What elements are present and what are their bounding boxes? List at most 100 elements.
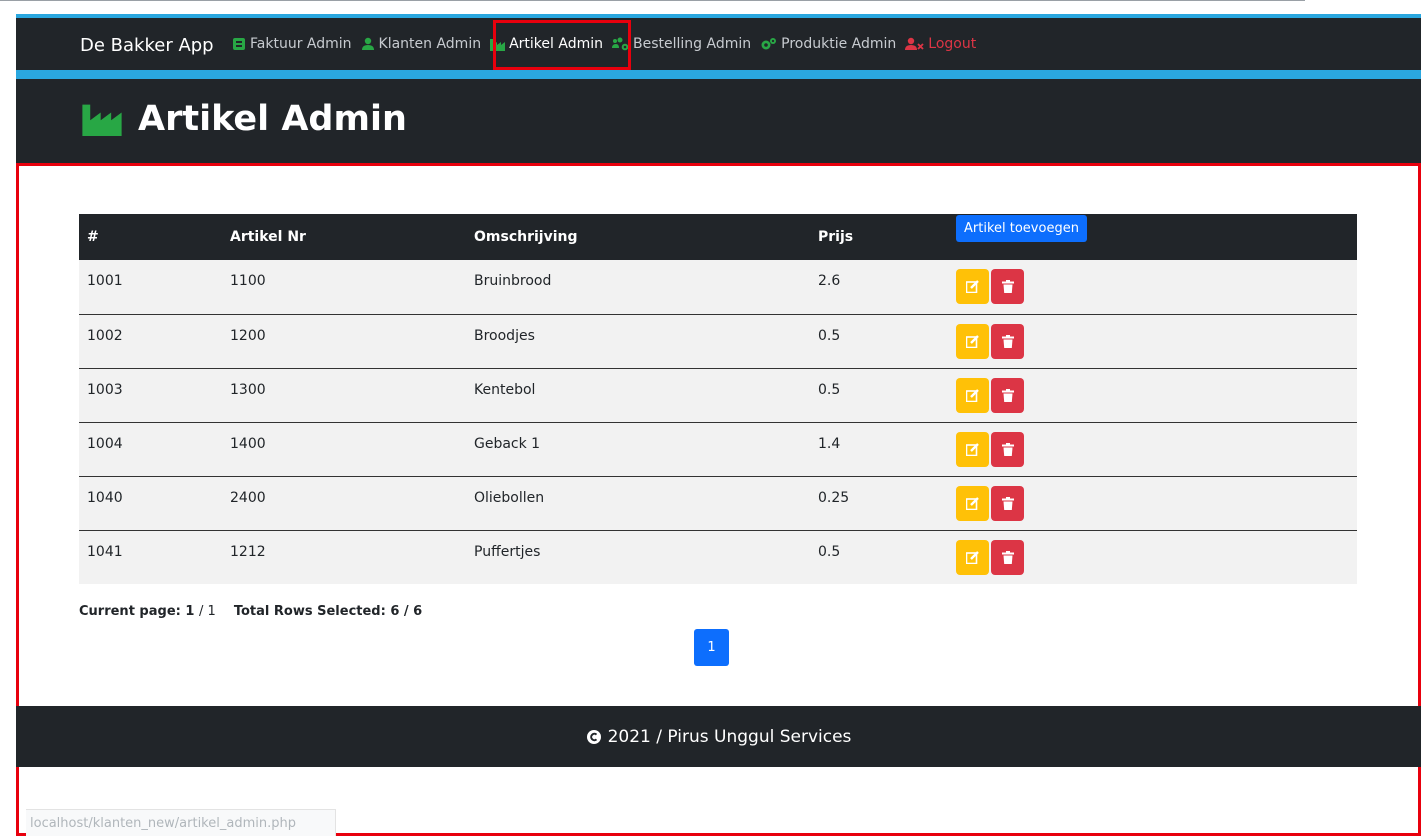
copyright-icon [586,729,601,744]
col-header-artikel-nr: Artikel Nr [230,229,306,245]
edit-button[interactable] [956,539,989,575]
trash-icon [1001,550,1014,564]
add-artikel-button[interactable]: Artikel toevoegen [956,214,1087,242]
navbar-accent-strip [16,70,1421,79]
delete-button[interactable] [991,377,1024,413]
user-times-icon [905,37,924,50]
nav-produktie-label: Produktie Admin [781,36,897,52]
edit-icon [966,334,979,348]
navbar: De Bakker App Faktuur Admin Klanten Admi… [16,14,1421,70]
cell-artikel-nr: 1400 [230,435,266,452]
trash-icon [1001,334,1014,348]
cell-omschrijving: Geback 1 [474,435,541,452]
edit-icon [966,442,979,456]
page-header: Artikel Admin [16,79,1421,163]
industry-icon [82,104,122,136]
cell-artikel-nr: 1300 [230,381,266,398]
edit-button[interactable] [956,485,989,521]
window-top-border [0,0,1305,1]
footer: 2021 / Pirus Unggul Services [16,706,1421,767]
table-row: 1041 1212 Puffertjes 0.5 [79,530,1357,584]
trash-icon [1001,442,1014,456]
delete-button[interactable] [991,323,1024,359]
current-page-label: Current page: [79,604,181,619]
nav-klanten-admin[interactable]: Klanten Admin [361,36,482,52]
trash-icon [1001,496,1014,510]
table-row: 1002 1200 Broodjes 0.5 [79,314,1357,368]
cell-actions [948,422,1357,476]
edit-icon [966,280,979,293]
artikel-table: # Artikel Nr Omschrijving Prijs Artikel … [79,214,1357,584]
edit-button[interactable] [956,377,989,413]
total-rows-selected: Total Rows Selected: 6 / 6 [233,604,423,619]
page-title: Artikel Admin [78,99,407,139]
cell-prijs: 1.4 [818,435,841,452]
page-1-button[interactable]: 1 [694,629,729,666]
cell-artikel-nr: 2400 [230,489,266,506]
cell-actions [948,368,1357,422]
cell-id: 1002 [87,327,123,344]
cell-prijs: 0.5 [818,381,841,398]
delete-button[interactable] [991,485,1024,521]
table-row: 1001 1100 Bruinbrood 2.6 [79,260,1357,314]
navbar-brand[interactable]: De Bakker App [80,35,214,56]
total-pages-value: / 1 [198,604,216,619]
trash-icon [1001,280,1014,293]
cell-artikel-nr: 1212 [230,543,266,560]
table-row: 1040 2400 Oliebollen 0.25 [79,476,1357,530]
page-title-text: Artikel Admin [138,99,407,139]
cell-prijs: 0.5 [818,543,841,560]
cell-id: 1001 [87,273,123,289]
footer-text: 2021 / Pirus Unggul Services [607,726,852,747]
edit-icon [966,496,979,510]
table-header-row: # Artikel Nr Omschrijving Prijs Artikel … [79,214,1357,260]
active-nav-highlight [493,20,631,70]
cell-omschrijving: Oliebollen [474,489,545,506]
nav-produktie-admin[interactable]: Produktie Admin [760,36,896,52]
trash-icon [1001,388,1014,402]
nav-logout[interactable]: Logout [905,36,976,52]
nav-bestelling-admin[interactable]: Bestelling Admin [612,36,751,52]
nav-faktuur-admin[interactable]: Faktuur Admin [232,36,352,52]
col-header-id: # [87,229,99,245]
cell-id: 1004 [87,435,123,452]
invoice-icon [233,38,245,50]
edit-button[interactable] [956,269,989,304]
cell-omschrijving: Puffertjes [474,543,541,560]
pagination-info: Current page: 1 / 1 Total Rows Selected:… [79,604,422,619]
cell-artikel-nr: 1100 [230,273,266,289]
status-bar-url: localhost/klanten_new/artikel_admin.php [26,809,336,836]
cell-id: 1041 [87,543,123,560]
nav-bestelling-label: Bestelling Admin [633,36,752,52]
nav-klanten-label: Klanten Admin [378,36,482,52]
delete-button[interactable] [991,431,1024,467]
edit-icon [966,388,979,402]
cell-omschrijving: Bruinbrood [474,273,552,289]
cell-actions [948,530,1357,584]
cogs-icon [761,38,777,50]
col-header-prijs: Prijs [818,229,854,245]
edit-icon [966,550,979,564]
cell-prijs: 0.5 [818,327,841,344]
edit-button[interactable] [956,431,989,467]
cell-prijs: 2.6 [818,273,841,289]
nav-logout-label: Logout [928,36,977,52]
current-page-value: 1 [185,604,195,619]
cell-artikel-nr: 1200 [230,327,266,344]
cell-omschrijving: Broodjes [474,327,535,344]
col-header-actions: Artikel toevoegen [948,214,1357,260]
cell-actions [948,476,1357,530]
edit-button[interactable] [956,323,989,359]
browser-viewport: De Bakker App Faktuur Admin Klanten Admi… [16,14,1421,836]
table-row: 1003 1300 Kentebol 0.5 [79,368,1357,422]
cell-prijs: 0.25 [818,489,850,506]
cell-omschrijving: Kentebol [474,381,536,398]
nav-faktuur-label: Faktuur Admin [250,36,352,52]
delete-button[interactable] [991,539,1024,575]
col-header-omschrijving: Omschrijving [474,229,578,245]
user-icon [361,37,374,50]
cell-id: 1040 [87,489,123,506]
cell-actions [948,260,1357,314]
delete-button[interactable] [991,269,1024,304]
cell-id: 1003 [87,381,123,398]
